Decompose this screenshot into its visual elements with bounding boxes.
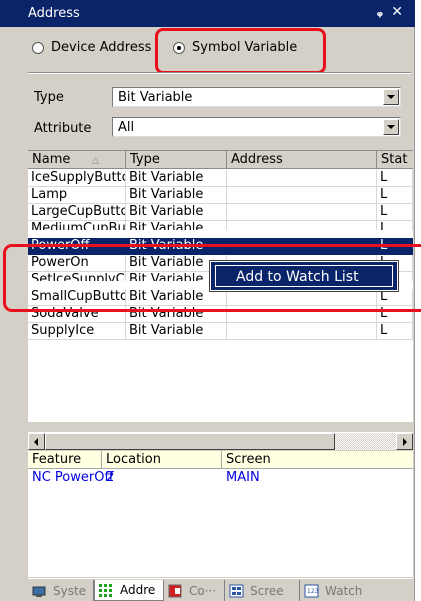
column-header-name[interactable]: Name △: [28, 151, 126, 169]
tab-address-label: Addre: [120, 583, 156, 597]
table-row[interactable]: SupplyIce Bit Variable L: [28, 323, 413, 340]
tab-system-label: Syste: [53, 583, 87, 598]
scroll-left-icon[interactable]: [28, 433, 45, 450]
cell-type: Bit Variable: [126, 170, 227, 187]
panel-titlebar: Address ᵩ ✕: [0, 0, 415, 27]
scroll-right-icon[interactable]: [396, 433, 413, 450]
address-icon: [99, 584, 112, 597]
cross-reference-header: Feature Location Screen: [28, 451, 413, 469]
type-select[interactable]: Bit Variable: [112, 87, 401, 107]
attribute-select[interactable]: All: [112, 117, 401, 137]
column-header-location[interactable]: Location: [102, 451, 222, 469]
xref-location: 2: [106, 470, 115, 485]
cell-type: Bit Variable: [126, 221, 227, 230]
common-icon: [168, 584, 182, 597]
close-icon[interactable]: ✕: [391, 4, 403, 20]
cell-address: [227, 204, 377, 221]
cell-name: SupplyIce: [28, 323, 126, 340]
cell-type: Bit Variable: [126, 204, 227, 221]
tab-watch-label: Watch: [325, 583, 363, 598]
cell-stat: L: [377, 170, 413, 187]
table-row[interactable]: IceSupplyButtc Bit Variable L: [28, 170, 413, 187]
cell-type: Bit Variable: [126, 187, 227, 204]
cell-name: LargeCupButto: [28, 204, 126, 221]
divider: [28, 72, 411, 74]
tab-screen[interactable]: Scree: [225, 580, 300, 601]
tab-common[interactable]: Co···: [164, 580, 225, 601]
cell-address: [227, 187, 377, 204]
tab-address[interactable]: Addre: [94, 580, 164, 601]
attribute-label: Attribute: [34, 121, 92, 136]
scrollbar-thumb[interactable]: [45, 433, 335, 450]
chevron-down-icon[interactable]: [383, 119, 399, 135]
column-header-stat[interactable]: Stat: [377, 151, 413, 169]
pin-icon[interactable]: ᵩ: [377, 5, 383, 20]
column-header-name-label: Name: [32, 152, 71, 167]
type-label: Type: [34, 90, 64, 105]
radio-device-address-dot: [32, 41, 44, 54]
table-row[interactable]: LargeCupButto Bit Variable L: [28, 204, 413, 221]
cell-stat: L: [377, 323, 413, 340]
cross-reference-list: Feature Location Screen NC PowerOff 2 MA…: [28, 451, 413, 577]
table-horizontal-scrollbar[interactable]: [28, 432, 413, 450]
radio-device-address-label: Device Address: [51, 40, 152, 55]
column-header-screen[interactable]: Screen: [222, 451, 413, 469]
cell-type: Bit Variable: [126, 323, 227, 340]
symbol-table-header: Name △ Type Address Stat: [28, 151, 413, 169]
symbol-variable-highlight: [155, 28, 326, 74]
panel-tab-strip: Syste Addre Co··· Scree 123 Watch: [28, 578, 413, 601]
attribute-select-value: All: [118, 120, 135, 135]
chevron-down-icon[interactable]: [383, 89, 399, 105]
tab-screen-label: Scree: [250, 583, 284, 598]
panel-title: Address: [28, 6, 80, 21]
watch-icon: 123: [304, 584, 319, 597]
cell-stat: L: [377, 221, 413, 230]
selected-rows-highlight: [3, 244, 421, 312]
table-row[interactable]: Lamp Bit Variable L: [28, 187, 413, 204]
column-header-type[interactable]: Type: [126, 151, 227, 169]
type-select-value: Bit Variable: [118, 90, 193, 105]
xref-feature: NC PowerOff: [32, 470, 114, 485]
tab-watch[interactable]: 123 Watch: [300, 580, 413, 601]
cell-stat: L: [377, 187, 413, 204]
cell-address: [227, 221, 377, 230]
system-icon: [32, 586, 46, 597]
cell-address: [227, 323, 377, 340]
radio-device-address[interactable]: Device Address: [32, 40, 151, 55]
tab-system[interactable]: Syste: [28, 580, 94, 601]
cell-stat: L: [377, 204, 413, 221]
cell-address: [227, 170, 377, 187]
svg-text:123: 123: [307, 588, 319, 595]
column-header-address[interactable]: Address: [227, 151, 377, 169]
cell-name: MediumCupBut: [28, 221, 126, 230]
tab-common-label: Co···: [189, 583, 217, 598]
xref-screen: MAIN: [226, 470, 260, 485]
table-row[interactable]: MediumCupBut Bit Variable L: [28, 221, 413, 238]
column-header-feature[interactable]: Feature: [28, 451, 102, 469]
screen-icon: [229, 584, 244, 597]
sort-ascending-icon: △: [92, 156, 99, 166]
cell-name: IceSupplyButtc: [28, 170, 126, 187]
cell-name: Lamp: [28, 187, 126, 204]
cross-reference-row[interactable]: NC PowerOff 2 MAIN: [28, 470, 413, 486]
